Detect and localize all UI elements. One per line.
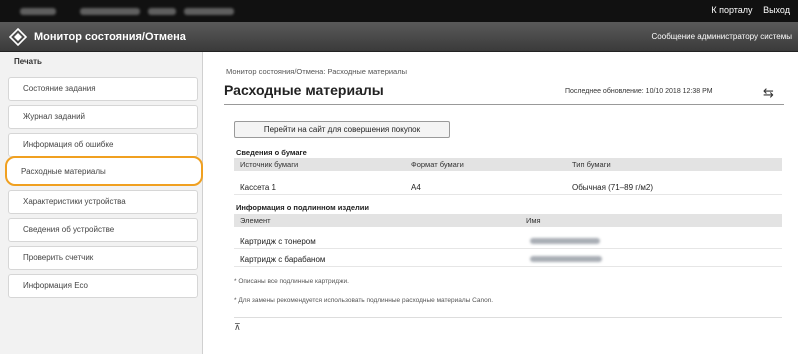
col-paper-size: Формат бумаги (411, 160, 464, 169)
app-title: Монитор состояния/Отмена (34, 31, 186, 43)
col-paper-type: Тип бумаги (572, 160, 611, 169)
sidebar-item-device-info[interactable]: Сведения об устройстве (8, 218, 198, 242)
footnote: * Для замены рекомендуется использовать … (234, 297, 494, 304)
sidebar-item-device-features[interactable]: Характеристики устройства (8, 190, 198, 214)
top-links: К порталу Выход (703, 5, 790, 15)
paper-table-header: Источник бумаги Формат бумаги Тип бумаги (234, 158, 782, 171)
blurred-device-name (20, 8, 56, 15)
paper-source-value: Кассета 1 (240, 183, 276, 192)
table-row: Картридж с тонером (234, 233, 782, 249)
genuine-info-heading: Информация о подлинном изделии (236, 203, 369, 212)
table-row: Кассета 1 A4 Обычная (71–89 г/м2) (234, 179, 782, 195)
last-update-text: Последнее обновление: 10/10 2018 12:38 P… (565, 88, 713, 95)
sidebar-item-error-info[interactable]: Информация об ошибке (8, 133, 198, 157)
admin-message-link[interactable]: Сообщение администратору системы (652, 32, 792, 41)
paper-info-heading: Сведения о бумаге (236, 148, 307, 157)
refresh-icon[interactable]: ⇆ (763, 85, 774, 101)
blurred-device-model (80, 8, 140, 15)
bottom-divider (234, 317, 782, 318)
col-name: Имя (526, 216, 541, 225)
paper-size-value: A4 (411, 183, 421, 192)
main-content: Монитор состояния/Отмена: Расходные мате… (203, 52, 798, 354)
breadcrumb: Монитор состояния/Отмена: Расходные мате… (226, 67, 407, 76)
footnote: * Описаны все подлинные картриджи. (234, 278, 349, 285)
element-value: Картридж с барабаном (240, 255, 326, 264)
sidebar: Печать Состояние задания Журнал заданий … (0, 52, 203, 354)
blurred-name-value (530, 256, 602, 262)
top-bar: К порталу Выход (0, 0, 798, 22)
canon-diamond-icon (9, 28, 27, 46)
col-element: Элемент (240, 216, 271, 225)
remote-ui-window: К порталу Выход Монитор состояния/Отмена… (0, 0, 798, 354)
sidebar-item-eco-info[interactable]: Информация Eco (8, 274, 198, 298)
sidebar-item-check-counter[interactable]: Проверить счетчик (8, 246, 198, 270)
sidebar-item-job-status[interactable]: Состояние задания (8, 77, 198, 101)
table-row: Картридж с барабаном (234, 251, 782, 267)
go-to-purchase-site-button[interactable]: Перейти на сайт для совершения покупок (234, 121, 450, 138)
blurred-device-info (148, 8, 176, 15)
element-value: Картридж с тонером (240, 237, 316, 246)
page-title: Расходные материалы (224, 82, 384, 98)
sidebar-item-job-log[interactable]: Журнал заданий (8, 105, 198, 129)
col-paper-source: Источник бумаги (240, 160, 299, 169)
app-header: Монитор состояния/Отмена Сообщение админ… (0, 22, 798, 52)
genuine-table-header: Элемент Имя (234, 214, 782, 227)
blurred-device-info (184, 8, 234, 15)
back-to-top-icon[interactable]: ⊼ (234, 322, 241, 333)
title-divider (224, 104, 784, 105)
portal-link[interactable]: К порталу (711, 5, 752, 15)
blurred-name-value (530, 238, 600, 244)
sidebar-item-consumables[interactable]: Расходные материалы (5, 156, 203, 186)
paper-type-value: Обычная (71–89 г/м2) (572, 183, 654, 192)
logout-link[interactable]: Выход (763, 5, 790, 15)
sidebar-heading: Печать (14, 57, 42, 66)
